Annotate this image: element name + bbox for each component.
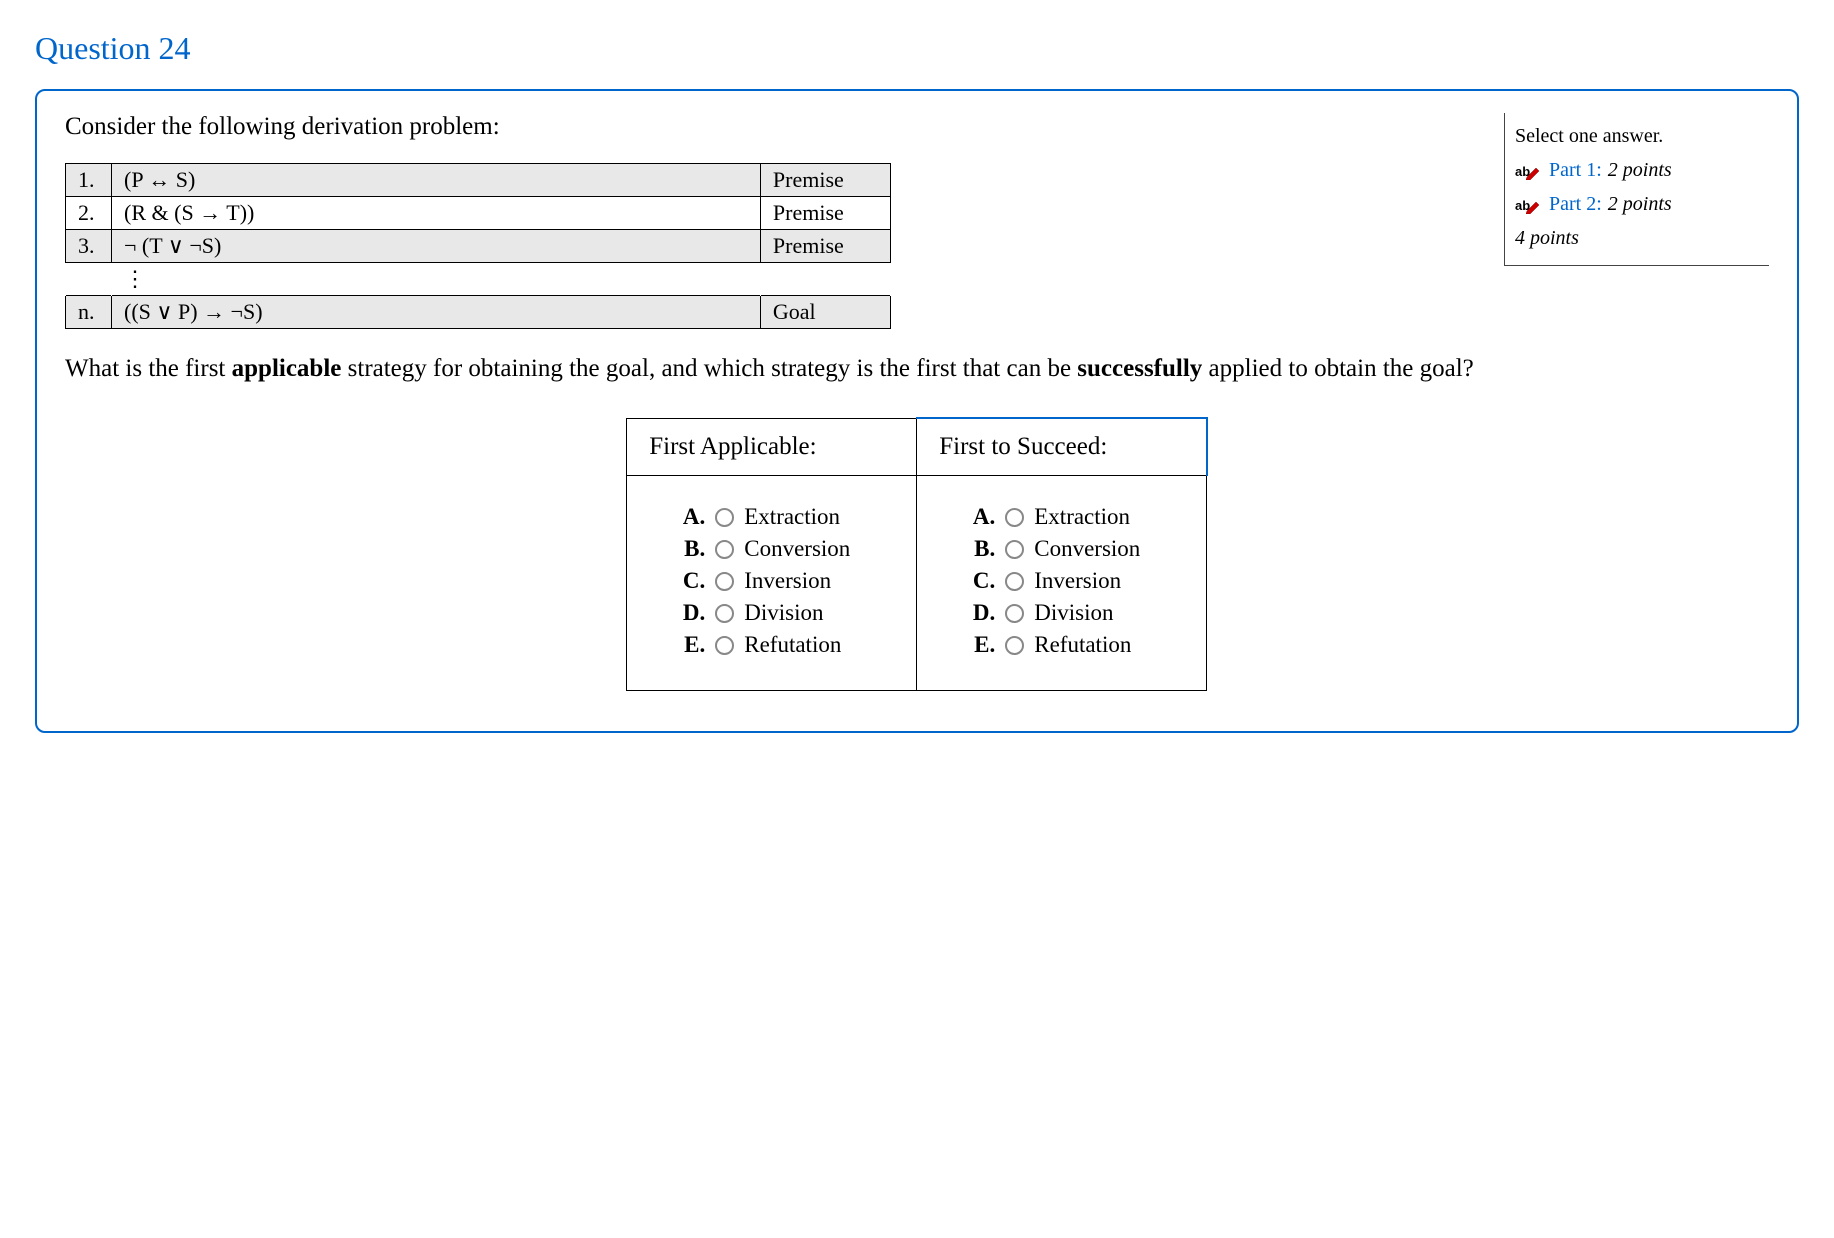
radio-input[interactable] bbox=[715, 604, 734, 623]
row-number: 1. bbox=[66, 164, 112, 197]
column-header-succeed: First to Succeed: bbox=[917, 418, 1207, 476]
option-letter: A. bbox=[965, 504, 995, 530]
option-label: Refutation bbox=[1034, 632, 1131, 658]
table-row-dots: ⋮ bbox=[66, 263, 891, 296]
option-label: Extraction bbox=[744, 504, 840, 530]
option-row: C. Inversion bbox=[965, 568, 1184, 594]
question-container: Consider the following derivation proble… bbox=[35, 89, 1799, 733]
option-letter: B. bbox=[965, 536, 995, 562]
dots: ⋮ bbox=[112, 263, 761, 296]
option-row: E. Refutation bbox=[965, 632, 1184, 658]
option-letter: C. bbox=[675, 568, 705, 594]
table-row: 1. (P ↔ S) Premise bbox=[66, 164, 891, 197]
radio-input[interactable] bbox=[1005, 508, 1024, 527]
option-letter: C. bbox=[965, 568, 995, 594]
radio-input[interactable] bbox=[715, 572, 734, 591]
radio-input[interactable] bbox=[715, 636, 734, 655]
row-justification: Premise bbox=[760, 197, 890, 230]
option-letter: B. bbox=[675, 536, 705, 562]
option-row: A. Extraction bbox=[675, 504, 894, 530]
part2-points: 2 points bbox=[1608, 187, 1672, 221]
radio-input[interactable] bbox=[1005, 636, 1024, 655]
option-row: B. Conversion bbox=[675, 536, 894, 562]
option-letter: D. bbox=[675, 600, 705, 626]
question-title: Question 24 bbox=[35, 30, 1799, 67]
option-letter: A. bbox=[675, 504, 705, 530]
radio-input[interactable] bbox=[1005, 572, 1024, 591]
option-label: Conversion bbox=[744, 536, 850, 562]
prompt-text: Consider the following derivation proble… bbox=[65, 113, 1489, 141]
options-succeed: A. Extraction B. Conversion C. Inversion… bbox=[917, 476, 1207, 691]
followup-text: What is the first applicable strategy fo… bbox=[65, 351, 1769, 387]
info-panel: Select one answer. ab Part 1: 2 points a… bbox=[1504, 113, 1769, 266]
answer-table: First Applicable: First to Succeed: A. E… bbox=[626, 417, 1208, 691]
option-label: Conversion bbox=[1034, 536, 1140, 562]
row-number: 2. bbox=[66, 197, 112, 230]
row-justification: Premise bbox=[760, 164, 890, 197]
part1-link[interactable]: Part 1: bbox=[1549, 153, 1602, 187]
row-formula: (R & (S → T)) bbox=[112, 197, 761, 230]
option-label: Inversion bbox=[1034, 568, 1121, 594]
option-row: A. Extraction bbox=[965, 504, 1184, 530]
part1-row: ab Part 1: 2 points bbox=[1515, 153, 1759, 187]
option-label: Inversion bbox=[744, 568, 831, 594]
row-formula: ¬ (T ∨ ¬S) bbox=[112, 230, 761, 263]
radio-input[interactable] bbox=[1005, 604, 1024, 623]
derivation-table: 1. (P ↔ S) Premise 2. (R & (S → T)) Prem… bbox=[65, 163, 891, 329]
row-formula: ((S ∨ P) → ¬S) bbox=[112, 296, 761, 329]
part2-link[interactable]: Part 2: bbox=[1549, 187, 1602, 221]
option-label: Division bbox=[1034, 600, 1113, 626]
option-label: Refutation bbox=[744, 632, 841, 658]
option-letter: D. bbox=[965, 600, 995, 626]
option-letter: E. bbox=[675, 632, 705, 658]
column-header-applicable: First Applicable: bbox=[627, 418, 917, 476]
total-points: 4 points bbox=[1515, 221, 1759, 255]
part2-row: ab Part 2: 2 points bbox=[1515, 187, 1759, 221]
row-justification: Goal bbox=[760, 296, 890, 329]
select-one-text: Select one answer. bbox=[1515, 119, 1759, 153]
option-row: D. Division bbox=[675, 600, 894, 626]
row-justification: Premise bbox=[760, 230, 890, 263]
option-label: Division bbox=[744, 600, 823, 626]
part1-points: 2 points bbox=[1608, 153, 1672, 187]
radio-input[interactable] bbox=[715, 508, 734, 527]
option-label: Extraction bbox=[1034, 504, 1130, 530]
option-row: E. Refutation bbox=[675, 632, 894, 658]
option-letter: E. bbox=[965, 632, 995, 658]
row-number: n. bbox=[66, 296, 112, 329]
row-number: 3. bbox=[66, 230, 112, 263]
radio-input[interactable] bbox=[715, 540, 734, 559]
edit-icon: ab bbox=[1515, 195, 1543, 213]
option-row: C. Inversion bbox=[675, 568, 894, 594]
table-row-goal: n. ((S ∨ P) → ¬S) Goal bbox=[66, 296, 891, 329]
option-row: B. Conversion bbox=[965, 536, 1184, 562]
table-row: 2. (R & (S → T)) Premise bbox=[66, 197, 891, 230]
table-row: 3. ¬ (T ∨ ¬S) Premise bbox=[66, 230, 891, 263]
radio-input[interactable] bbox=[1005, 540, 1024, 559]
edit-icon: ab bbox=[1515, 161, 1543, 179]
row-formula: (P ↔ S) bbox=[112, 164, 761, 197]
options-applicable: A. Extraction B. Conversion C. Inversion… bbox=[627, 476, 917, 691]
option-row: D. Division bbox=[965, 600, 1184, 626]
